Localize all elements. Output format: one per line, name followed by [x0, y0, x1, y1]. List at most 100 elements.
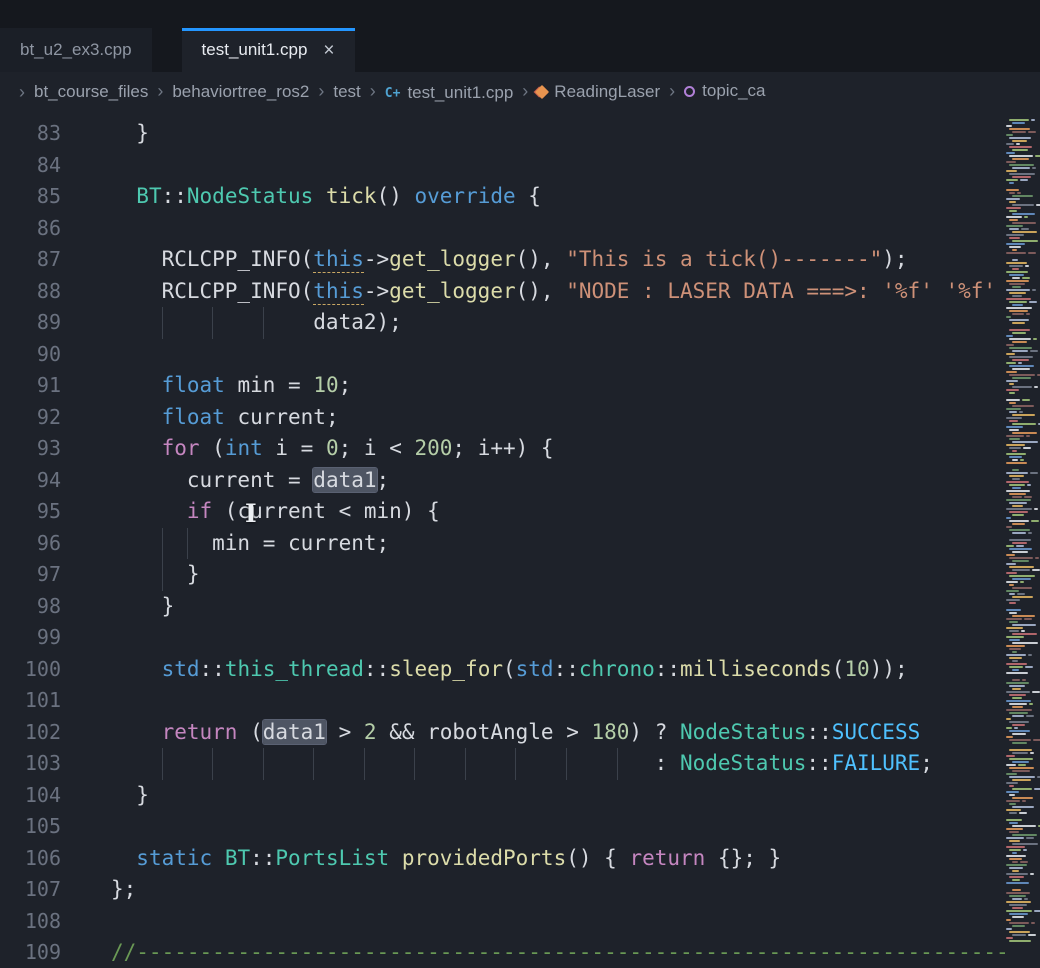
minimap-row	[1006, 679, 1040, 681]
code-line-109: //--------------------------------------…	[111, 937, 1006, 968]
minimap-row	[1006, 749, 1040, 751]
minimap-row	[1006, 809, 1040, 811]
minimap-row	[1006, 307, 1040, 309]
minimap-row	[1006, 794, 1040, 796]
minimap-row	[1006, 657, 1040, 659]
minimap-row	[1006, 739, 1040, 741]
breadcrumb-label: topic_ca	[702, 81, 765, 101]
minimap-row	[1006, 621, 1040, 623]
minimap-row	[1006, 164, 1040, 166]
minimap-row	[1006, 736, 1040, 738]
minimap-row	[1006, 152, 1040, 154]
minimap-row	[1006, 812, 1040, 814]
minimap-row	[1006, 252, 1040, 254]
line-number: 105	[0, 811, 61, 843]
breadcrumb-item-behaviortree_ros2[interactable]: behaviortree_ros2	[172, 82, 309, 102]
gutter: 8384858687888990919293949596979899100101…	[0, 112, 75, 968]
minimap-row	[1006, 691, 1040, 693]
minimap-row	[1006, 764, 1040, 766]
close-tab-icon[interactable]: ×	[323, 41, 334, 60]
minimap-row	[1006, 140, 1040, 142]
breadcrumb-label: test_unit1.cpp	[407, 83, 513, 103]
line-number: 109	[0, 937, 61, 968]
minimap-row	[1006, 940, 1040, 942]
minimap-row	[1006, 155, 1040, 157]
minimap-row	[1006, 204, 1040, 206]
line-number: 92	[0, 402, 61, 434]
line-number: 88	[0, 276, 61, 308]
minimap-row	[1006, 259, 1040, 261]
minimap-row	[1006, 904, 1040, 906]
tab-test_unit1[interactable]: test_unit1.cpp ×	[182, 28, 355, 72]
minimap[interactable]	[1006, 112, 1040, 968]
minimap-row	[1006, 435, 1040, 437]
minimap-row	[1006, 697, 1040, 699]
minimap-row	[1006, 295, 1040, 297]
minimap-row	[1006, 846, 1040, 848]
code-line-100: std::this_thread::sleep_for(std::chrono:…	[111, 654, 1006, 686]
minimap-row	[1006, 325, 1040, 328]
minimap-row	[1006, 438, 1040, 440]
line-number: 85	[0, 181, 61, 213]
minimap-row	[1006, 176, 1040, 178]
minimap-row	[1006, 612, 1040, 614]
breadcrumb-label: ReadingLaser	[554, 82, 660, 102]
code-line-102: return (data1 > 2 && robotAngle > 180) ?…	[111, 717, 1006, 749]
minimap-row	[1006, 274, 1040, 276]
minimap-row	[1006, 502, 1040, 504]
minimap-row	[1006, 587, 1040, 589]
minimap-row	[1006, 231, 1040, 233]
minimap-row	[1006, 362, 1040, 364]
breadcrumb-item-test_unit1.cpp[interactable]: test_unit1.cpp	[385, 83, 514, 103]
minimap-row	[1006, 745, 1040, 748]
minimap-row	[1006, 426, 1040, 428]
code-area[interactable]: } BT::NodeStatus tick() override { RCLCP…	[75, 112, 1006, 968]
minimap-row	[1006, 383, 1040, 385]
minimap-row	[1006, 423, 1040, 425]
minimap-row	[1006, 277, 1040, 279]
minimap-row	[1006, 161, 1040, 163]
minimap-row	[1006, 560, 1040, 562]
title-bar	[0, 0, 1040, 28]
tab-bt_u2_ex3[interactable]: bt_u2_ex3.cpp	[0, 28, 152, 72]
code-line-99	[111, 622, 1006, 654]
minimap-row	[1006, 724, 1040, 726]
minimap-row	[1006, 532, 1040, 534]
minimap-row	[1006, 149, 1040, 151]
minimap-row	[1006, 885, 1040, 888]
minimap-row	[1006, 115, 1040, 118]
minimap-row	[1006, 262, 1040, 264]
minimap-row	[1006, 395, 1040, 398]
minimap-row	[1006, 569, 1040, 571]
minimap-row	[1006, 922, 1040, 924]
breadcrumb-item-test[interactable]: test	[333, 82, 360, 102]
minimap-row	[1006, 319, 1040, 321]
minimap-row	[1006, 374, 1040, 376]
code-line-106: static BT::PortsList providedPorts() { r…	[111, 843, 1006, 875]
minimap-row	[1006, 834, 1040, 836]
minimap-row	[1006, 709, 1040, 711]
minimap-row	[1006, 727, 1040, 729]
minimap-row	[1006, 782, 1040, 784]
chevron-right-icon: ›	[19, 82, 25, 103]
minimap-row	[1006, 889, 1040, 891]
minimap-row	[1006, 636, 1040, 638]
code-line-105	[111, 811, 1006, 843]
line-number: 107	[0, 874, 61, 906]
minimap-row	[1006, 685, 1040, 687]
line-number: 87	[0, 244, 61, 276]
breadcrumb-items: bt_course_files›behaviortree_ros2›test›t…	[34, 81, 765, 104]
breadcrumb-item-bt_course_files[interactable]: bt_course_files	[34, 82, 148, 102]
breadcrumb-item-ReadingLaser[interactable]: ReadingLaser	[537, 82, 660, 102]
chevron-right-icon: ›	[370, 81, 376, 101]
minimap-row	[1006, 627, 1040, 629]
code-line-94: current = data1;	[111, 465, 1006, 497]
minimap-row	[1006, 128, 1040, 130]
breadcrumb-item-topic_ca[interactable]: topic_ca	[684, 81, 765, 101]
minimap-row	[1006, 338, 1040, 340]
editor[interactable]: 8384858687888990919293949596979899100101…	[0, 112, 1040, 968]
minimap-row	[1006, 472, 1040, 474]
minimap-row	[1006, 134, 1040, 136]
minimap-row	[1006, 535, 1040, 538]
minimap-row	[1006, 408, 1040, 410]
